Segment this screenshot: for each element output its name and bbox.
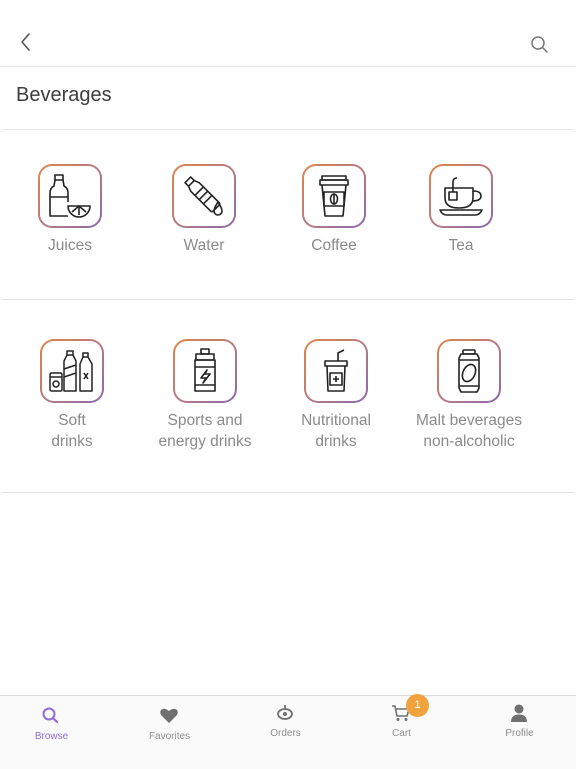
- tea-cup-icon: [439, 177, 483, 216]
- chevron-left-icon: [21, 33, 30, 51]
- top-bar: [0, 0, 576, 67]
- tab-browse[interactable]: Browse: [0, 696, 109, 769]
- search-icon: [531, 36, 548, 53]
- soft-drinks-icon: [49, 350, 93, 392]
- tab-favorites[interactable]: Favorites: [112, 696, 227, 769]
- tab-bar: Browse Favorites Orders Cart Profile: [0, 695, 576, 769]
- category-malt-beverages[interactable]: Malt beverages non-alcoholic: [404, 339, 534, 452]
- tab-label: Cart: [392, 728, 411, 739]
- divider: [2, 129, 574, 130]
- nutritional-drink-icon: [324, 349, 348, 392]
- divider: [2, 299, 574, 300]
- tab-label: Orders: [270, 728, 301, 739]
- category-label: Coffee: [311, 237, 357, 254]
- search-button[interactable]: [528, 33, 554, 59]
- profile-icon: [511, 704, 527, 722]
- category-nutritional-drinks[interactable]: Nutritional drinks: [271, 339, 401, 452]
- category-sports-energy-drinks[interactable]: Sports and energy drinks: [140, 339, 270, 452]
- orders-icon: [277, 705, 293, 720]
- category-coffee[interactable]: Coffee: [269, 164, 399, 256]
- water-bottle-icon: [184, 176, 223, 216]
- category-tea[interactable]: Tea: [396, 164, 526, 256]
- coffee-cup-icon: [319, 175, 349, 217]
- malt-can-icon: [458, 349, 480, 393]
- sports-bottle-icon: [194, 348, 216, 392]
- category-label: Water: [183, 237, 225, 254]
- category-label: Nutritional drinks: [301, 412, 371, 450]
- category-label: Tea: [448, 237, 474, 254]
- search-icon: [42, 707, 58, 723]
- category-label: Malt beverages non-alcoholic: [416, 412, 522, 450]
- page-title: Beverages: [16, 84, 112, 106]
- juice-icon: [49, 174, 91, 218]
- category-juices[interactable]: Juices: [5, 164, 135, 256]
- divider: [2, 492, 574, 493]
- category-label: Juices: [48, 237, 92, 254]
- category-label: Soft drinks: [51, 412, 93, 450]
- category-soft-drinks[interactable]: Soft drinks: [7, 339, 137, 452]
- tab-label: Profile: [505, 728, 534, 739]
- tab-cart[interactable]: Cart: [344, 696, 459, 769]
- back-button[interactable]: [14, 30, 40, 56]
- tab-label: Browse: [34, 731, 69, 742]
- tab-profile[interactable]: Profile: [462, 696, 576, 769]
- heart-icon: [160, 708, 178, 723]
- category-label: Sports and energy drinks: [158, 412, 252, 450]
- tab-label: Favorites: [148, 731, 191, 742]
- cart-badge: 1: [406, 694, 429, 717]
- tab-orders[interactable]: Orders: [228, 696, 343, 769]
- category-water[interactable]: Water: [139, 164, 269, 256]
